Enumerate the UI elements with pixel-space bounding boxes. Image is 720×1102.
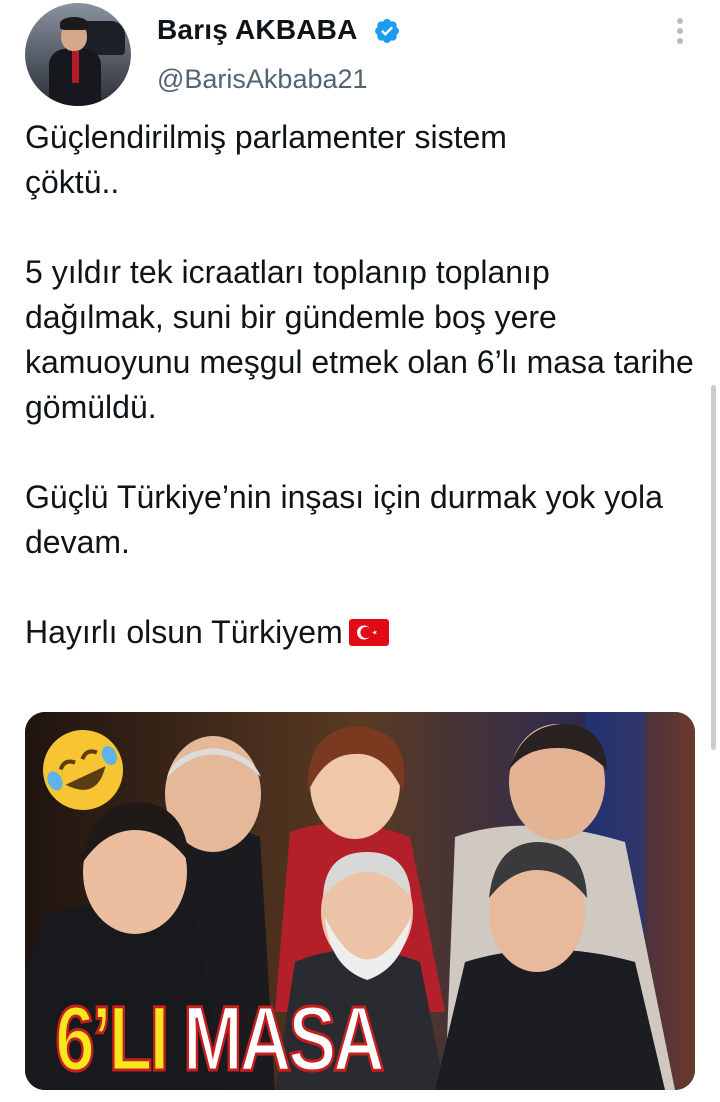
tweet-text: Güçlendirilmiş parlamenter sistem çöktü.… [25,115,705,655]
verified-badge-icon [375,19,399,43]
tweet-paragraph: 5 yıldır tek icraatları toplanıp toplanı… [25,254,694,425]
scrollbar[interactable] [711,385,716,750]
tweet-paragraph: Güçlendirilmiş parlamenter sistem çöktü.… [25,119,507,200]
avatar[interactable] [25,3,131,106]
tweet-paragraph-last: Hayırlı olsun Türkiyem [25,610,705,655]
more-options-icon[interactable] [665,14,695,48]
tweet-paragraph: Güçlü Türkiye’nin inşası için durmak yok… [25,479,663,560]
tweet-paragraph: Hayırlı olsun Türkiyem [25,614,343,650]
display-name[interactable]: Barış AKBABA [157,14,358,46]
avatar-hair [60,17,88,30]
user-handle[interactable]: @BarisAkbaba21 [157,64,368,95]
avatar-tie [72,51,79,83]
tweet-media-image[interactable]: 6’LI MASA [25,712,695,1090]
caption-part-1: 6’LI [54,987,171,1091]
turkish-flag-icon [348,619,389,646]
caption-part-2: MASA [182,987,386,1091]
media-caption: 6’LI MASA [54,987,386,1091]
